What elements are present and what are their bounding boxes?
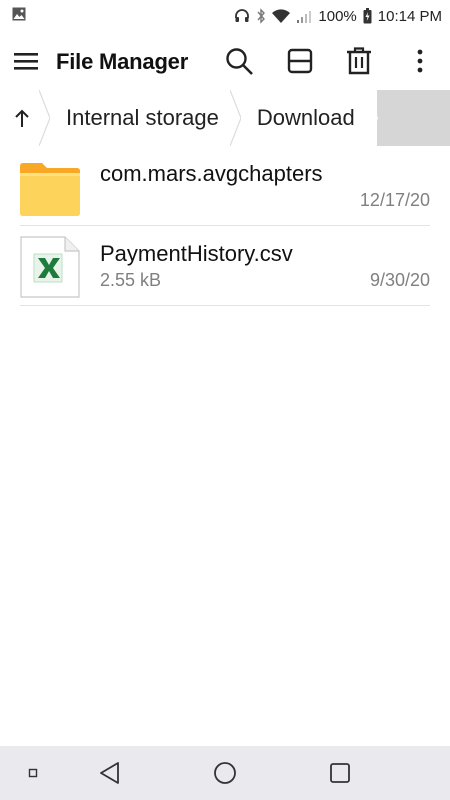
file-size: 2.55 kB bbox=[100, 270, 162, 290]
wifi-icon bbox=[272, 9, 291, 23]
home-icon[interactable] bbox=[210, 758, 240, 788]
back-icon[interactable] bbox=[95, 758, 125, 788]
list-item-file[interactable]: PaymentHistory.csv 2.55 kB 9/30/20 bbox=[0, 226, 450, 306]
more-vert-icon[interactable] bbox=[403, 44, 437, 78]
recent-square-small-icon[interactable] bbox=[18, 758, 48, 788]
clock-time: 10:14 PM bbox=[377, 7, 442, 25]
app-bar: File Manager bbox=[0, 32, 450, 90]
overview-icon[interactable] bbox=[325, 758, 355, 788]
trash-icon[interactable] bbox=[342, 44, 376, 78]
crumb-label: Download bbox=[256, 105, 355, 130]
file-list: com.mars.avgchapters 12/17/20 PaymentHis… bbox=[0, 146, 450, 306]
battery-icon bbox=[363, 8, 372, 24]
divider bbox=[20, 305, 430, 306]
file-name: com.mars.avgchapters bbox=[100, 161, 323, 186]
search-icon[interactable] bbox=[222, 44, 256, 78]
navigation-bar bbox=[0, 746, 450, 800]
image-notification-icon bbox=[12, 7, 26, 26]
file-date: 9/30/20 bbox=[369, 270, 430, 290]
excel-csv-icon bbox=[20, 236, 80, 298]
signal-icon bbox=[296, 9, 312, 23]
menu-icon[interactable] bbox=[12, 47, 42, 75]
crumb-label: Internal storage bbox=[66, 105, 219, 130]
breadcrumb-download[interactable]: Download bbox=[240, 90, 378, 146]
up-arrow-icon[interactable] bbox=[0, 90, 51, 146]
breadcrumb-internal-storage[interactable]: Internal storage bbox=[50, 90, 242, 146]
file-name: PaymentHistory.csv bbox=[100, 241, 293, 266]
status-bar: 100% 10:14 PM bbox=[0, 0, 450, 32]
view-toggle-icon[interactable] bbox=[283, 44, 317, 78]
headset-icon bbox=[234, 8, 250, 24]
breadcrumb: Internal storage Download bbox=[0, 90, 450, 146]
file-date: 12/17/20 bbox=[359, 190, 430, 210]
folder-icon bbox=[20, 156, 80, 216]
app-title: File Manager bbox=[56, 49, 189, 74]
battery-percent: 100% bbox=[318, 7, 357, 25]
list-item-folder[interactable]: com.mars.avgchapters 12/17/20 bbox=[0, 146, 450, 226]
bluetooth-icon bbox=[256, 8, 266, 24]
